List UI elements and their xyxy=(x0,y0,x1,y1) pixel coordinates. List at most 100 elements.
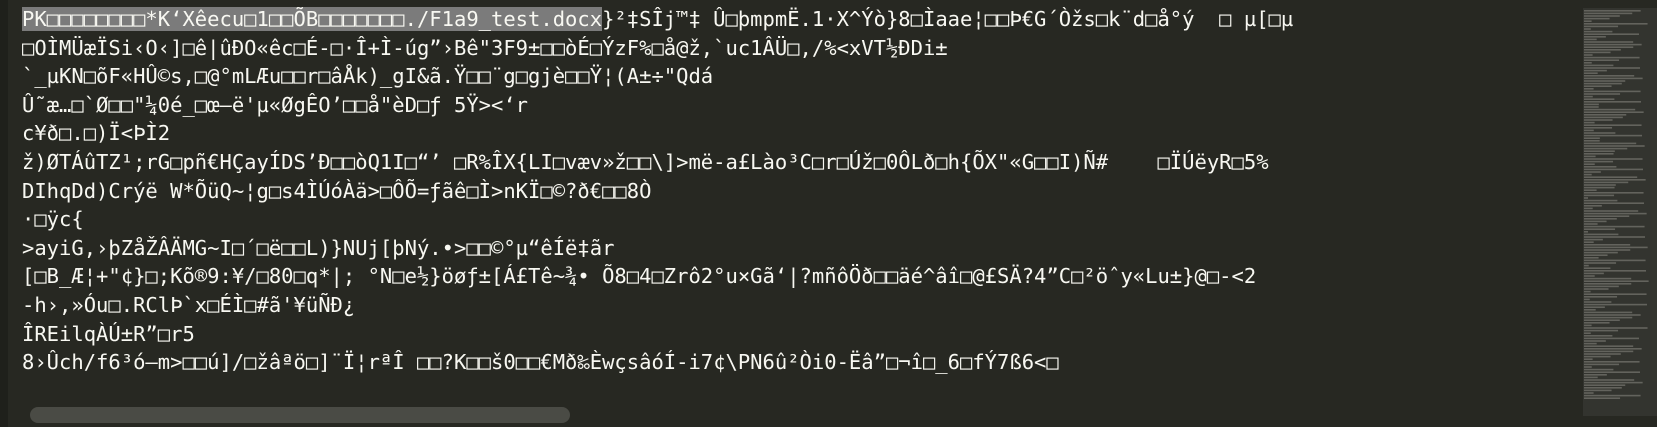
minimap-line xyxy=(1584,280,1649,282)
code-line-1-rest: }²‡SÎj™‡ Û□þmpmË.1·X^Ýò}8□Ìaae¦□□Þ€G´Òžs… xyxy=(602,7,1294,31)
minimap-line xyxy=(1584,210,1639,212)
minimap-line xyxy=(1584,319,1620,321)
minimap-line xyxy=(1584,285,1619,288)
minimap[interactable] xyxy=(1583,10,1657,400)
minimap-line xyxy=(1584,301,1612,303)
minimap-line xyxy=(1584,324,1592,327)
minimap-line xyxy=(1584,33,1639,35)
minimap-line xyxy=(1584,147,1628,150)
minimap-line xyxy=(1584,366,1592,368)
minimap-line xyxy=(1584,288,1609,290)
code-line[interactable]: `_µKN□õF«HÛ©s,□@°mLÆu□□r□âÅk)_gI&ã.Ÿ□□¨g… xyxy=(22,62,1582,91)
code-line[interactable]: ·□ÿc{ xyxy=(22,205,1582,234)
minimap-line xyxy=(1584,64,1614,67)
code-line[interactable]: □OÌMÜæÏSi‹O‹]□ê|ûÐO«êc□É-□·Î+Ì-úg”›Bê"3F… xyxy=(22,34,1582,63)
text-selection[interactable]: PK□□□□□□□□*K‘Xêecu□1□□ÕB□□□□□□□./F1a9_te… xyxy=(22,7,603,31)
minimap-line xyxy=(1584,374,1607,376)
minimap-line xyxy=(1584,316,1633,319)
text-area[interactable]: PK□□□□□□□□*K‘Xêecu□1□□ÕB□□□□□□□./F1a9_te… xyxy=(22,5,1582,400)
minimap-line xyxy=(1584,303,1647,306)
minimap-line xyxy=(1584,171,1601,173)
minimap-line xyxy=(1584,69,1607,72)
minimap-line xyxy=(1584,249,1631,251)
minimap-line xyxy=(1584,127,1613,129)
minimap-line xyxy=(1584,259,1646,262)
minimap-line xyxy=(1584,114,1627,116)
minimap-line xyxy=(1584,306,1605,308)
minimap-line xyxy=(1584,38,1597,41)
minimap-line xyxy=(1584,358,1593,360)
minimap-line xyxy=(1584,142,1637,145)
minimap-line xyxy=(1584,20,1592,22)
minimap-line xyxy=(1584,134,1642,137)
minimap-line xyxy=(1584,233,1619,236)
horizontal-scrollbar-thumb[interactable] xyxy=(30,407,570,423)
code-line[interactable]: 8›Ûch/f6³ó—m>□□ú]/□žâªö□]¨Ï¦rªÎ □□?K□□š0… xyxy=(22,348,1582,377)
minimap-line xyxy=(1584,296,1618,298)
minimap-line xyxy=(1584,101,1641,103)
minimap-line xyxy=(1584,223,1598,225)
minimap-line xyxy=(1584,329,1619,332)
minimap-line xyxy=(1584,262,1617,264)
minimap-line xyxy=(1584,49,1621,51)
minimap-line xyxy=(1584,12,1633,15)
minimap-line xyxy=(1584,345,1634,347)
minimap-line xyxy=(1584,384,1626,386)
minimap-line xyxy=(1584,236,1645,238)
minimap-line xyxy=(1584,54,1593,56)
minimap-line xyxy=(1584,145,1645,147)
minimap-line xyxy=(1584,15,1620,17)
minimap-line xyxy=(1584,394,1641,397)
minimap-line xyxy=(1584,392,1594,394)
minimap-line xyxy=(1584,275,1595,277)
minimap-line xyxy=(1584,264,1589,267)
minimap-line xyxy=(1584,251,1618,254)
minimap-line xyxy=(1584,59,1620,61)
code-line[interactable]: >ayiG,›þZåŽÂÄMG~I□´□ë□□L)}NUj[þNý.•>□□©°… xyxy=(22,234,1582,263)
minimap-line xyxy=(1584,277,1632,280)
minimap-line xyxy=(1584,199,1618,202)
code-line[interactable]: ž)ØTÁûTZ¹;rG□pñ€HÇayÍDS’Đ□□òQ1I□“’ □R%ÎX… xyxy=(22,148,1582,177)
minimap-line xyxy=(1584,238,1603,241)
minimap-line xyxy=(1584,322,1610,324)
minimap-line xyxy=(1584,163,1595,165)
code-line[interactable]: Û˜æ…□`Ø□□"¼0é_□œ—ë'µ«ØgÊO’□□å"èD□ƒ 5Ÿ><‘… xyxy=(22,91,1582,120)
code-editor[interactable]: PK□□□□□□□□*K‘Xêecu□1□□ÕB□□□□□□□./F1a9_te… xyxy=(0,0,1657,427)
minimap-line xyxy=(1584,95,1593,98)
code-line[interactable]: DIhqDd)Crýë W*ÕüQ~¦g□s4ÌÚóÀä>□ÔÕ=ƒãê□Ì>n… xyxy=(22,177,1582,206)
minimap-line xyxy=(1584,17,1610,20)
minimap-line xyxy=(1584,314,1641,316)
minimap-line xyxy=(1584,290,1591,293)
minimap-line xyxy=(1584,387,1622,389)
minimap-line xyxy=(1584,368,1614,371)
minimap-line xyxy=(1584,197,1588,199)
code-line[interactable]: c¥ð□.□)Ï<ÞÌ2 xyxy=(22,119,1582,148)
code-line[interactable]: -h›,»Óu□.RClÞ`x□ÉÌ□#ã'¥üÑÐ¿ xyxy=(22,291,1582,320)
minimap-line xyxy=(1584,153,1614,155)
minimap-line xyxy=(1584,119,1613,121)
minimap-line xyxy=(1584,181,1629,184)
code-line[interactable]: [□B_Æ¦+"¢}□;Kõ®9:¥/□80□q*|; °N□e½}öøƒ±[Á… xyxy=(22,262,1582,291)
minimap-line xyxy=(1584,298,1590,301)
minimap-line xyxy=(1584,311,1633,314)
minimap-line xyxy=(1584,272,1604,275)
minimap-line xyxy=(1584,353,1621,355)
minimap-line xyxy=(1584,56,1640,59)
minimap-line xyxy=(1584,111,1644,113)
minimap-line xyxy=(1584,376,1598,379)
minimap-line xyxy=(1584,121,1595,124)
minimap-line xyxy=(1584,257,1599,259)
minimap-line xyxy=(1584,62,1592,64)
minimap-line xyxy=(1584,361,1640,363)
code-line-1[interactable]: PK□□□□□□□□*K‘Xêecu□1□□ÕB□□□□□□□./F1a9_te… xyxy=(22,5,1582,34)
minimap-line xyxy=(1584,194,1615,197)
minimap-line xyxy=(1584,192,1644,194)
minimap-line xyxy=(1584,189,1597,191)
minimap-line xyxy=(1584,124,1642,126)
minimap-line xyxy=(1584,23,1648,25)
minimap-line xyxy=(1584,293,1647,295)
code-line[interactable]: ÎREilqÀÚ±R”□r5 xyxy=(22,320,1582,349)
minimap-line xyxy=(1584,51,1611,54)
minimap-line xyxy=(1584,46,1634,48)
minimap-line xyxy=(1584,231,1588,233)
